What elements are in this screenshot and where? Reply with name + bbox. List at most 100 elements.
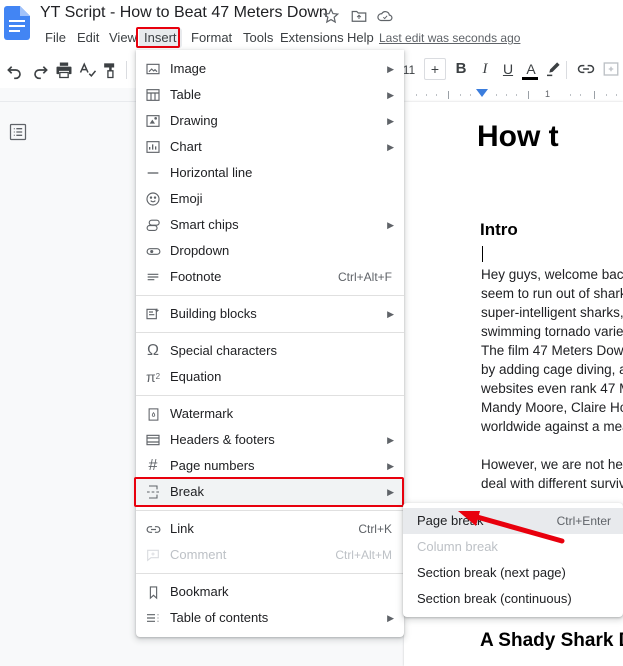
chevron-right-icon: ▶ (386, 479, 404, 505)
document-title[interactable]: YT Script - How to Beat 47 Meters Down (40, 4, 328, 22)
watermark-icon (136, 407, 170, 422)
menu-tools[interactable]: Tools (238, 28, 278, 48)
menu-bar: File Edit View Insert Format Tools Exten… (0, 28, 623, 50)
chevron-right-icon: ▶ (386, 605, 404, 631)
building-blocks-icon (136, 306, 170, 322)
menu-item-page-numbers[interactable]: # Page numbers ▶ (136, 453, 404, 479)
paint-format-icon[interactable] (100, 60, 120, 80)
menu-item-watermark[interactable]: Watermark (136, 401, 404, 427)
menu-item-label: Emoji (170, 186, 386, 212)
submenu-item-shortcut: Ctrl+Enter (557, 508, 623, 534)
menu-format[interactable]: Format (186, 28, 237, 48)
menu-item-label: Headers & footers (170, 427, 386, 453)
italic-button[interactable]: I (474, 58, 496, 80)
submenu-item-section-break-continuous[interactable]: Section break (continuous) (403, 586, 623, 612)
menu-item-label: Link (170, 516, 358, 542)
undo-icon[interactable] (5, 60, 25, 80)
menu-item-special-characters[interactable]: Ω Special characters (136, 338, 404, 364)
menu-item-dropdown[interactable]: Dropdown (136, 238, 404, 264)
submenu-item-column-break: Column break (403, 534, 623, 560)
submenu-item-page-break[interactable]: Page break Ctrl+Enter (403, 508, 623, 534)
underline-button[interactable]: U (497, 58, 519, 80)
bookmark-icon (136, 585, 170, 600)
document-paragraph: Hey guys, welcome back seem to run out o… (481, 265, 623, 341)
break-submenu: Page break Ctrl+Enter Column break Secti… (403, 503, 623, 617)
insert-image-icon[interactable] (602, 58, 623, 80)
menu-file[interactable]: File (40, 28, 71, 48)
menu-item-comment: Comment Ctrl+Alt+M (136, 542, 404, 568)
menu-help[interactable]: Help (342, 28, 379, 48)
move-to-folder-icon[interactable] (350, 7, 368, 25)
menu-item-smart-chips[interactable]: Smart chips ▶ (136, 212, 404, 238)
menu-item-emoji[interactable]: Emoji (136, 186, 404, 212)
menu-item-label: Smart chips (170, 212, 386, 238)
submenu-item-section-break-next-page[interactable]: Section break (next page) (403, 560, 623, 586)
insert-link-icon[interactable] (576, 58, 598, 80)
menu-edit[interactable]: Edit (72, 28, 104, 48)
drawing-icon (136, 113, 170, 129)
footnote-icon (136, 269, 170, 285)
highlight-color-icon[interactable] (544, 58, 566, 80)
menu-item-footnote[interactable]: Footnote Ctrl+Alt+F (136, 264, 404, 290)
link-icon (136, 521, 170, 538)
toolbar-divider (126, 61, 127, 79)
submenu-item-label: Section break (continuous) (417, 586, 623, 612)
menu-item-chart[interactable]: Chart ▶ (136, 134, 404, 160)
insert-dropdown-menu: Image ▶ Table ▶ Drawing ▶ Chart ▶ (136, 50, 404, 637)
document-heading-shady-shark: A Shady Shark D (480, 630, 623, 652)
menu-insert[interactable]: Insert (139, 28, 182, 48)
menu-divider (136, 395, 404, 396)
last-edit-status[interactable]: Last edit was seconds ago (379, 28, 520, 48)
menu-item-building-blocks[interactable]: Building blocks ▶ (136, 301, 404, 327)
menu-item-break[interactable]: Break ▶ (136, 479, 404, 505)
image-icon (136, 61, 170, 77)
smart-chips-icon (136, 217, 170, 234)
menu-item-shortcut: Ctrl+K (358, 516, 404, 542)
menu-extensions[interactable]: Extensions (275, 28, 349, 48)
redo-icon[interactable] (30, 60, 50, 80)
star-icon[interactable] (322, 7, 340, 25)
chevron-right-icon: ▶ (386, 301, 404, 327)
chevron-right-icon: ▶ (386, 453, 404, 479)
menu-item-label: Bookmark (170, 579, 386, 605)
bold-button[interactable]: B (450, 58, 472, 80)
menu-item-link[interactable]: Link Ctrl+K (136, 516, 404, 542)
document-paragraph: However, we are not her deal with differ… (481, 455, 623, 493)
menu-item-label: Comment (170, 542, 335, 568)
menu-item-image[interactable]: Image ▶ (136, 56, 404, 82)
menu-item-label: Dropdown (170, 238, 386, 264)
table-of-contents-icon (136, 610, 170, 626)
menu-item-headers-footers[interactable]: Headers & footers ▶ (136, 427, 404, 453)
menu-item-equation[interactable]: π2 Equation (136, 364, 404, 390)
ruler-number: 1 (545, 89, 550, 99)
chevron-right-icon: ▶ (386, 212, 404, 238)
headers-footers-icon (136, 432, 170, 448)
chevron-right-icon: ▶ (386, 427, 404, 453)
comment-icon (136, 547, 170, 563)
menu-item-label: Table of contents (170, 605, 386, 631)
menu-divider (136, 510, 404, 511)
menu-item-label: Image (170, 56, 386, 82)
menu-item-bookmark[interactable]: Bookmark (136, 579, 404, 605)
menu-item-horizontal-line[interactable]: Horizontal line (136, 160, 404, 186)
cloud-saved-icon[interactable] (376, 7, 394, 25)
submenu-item-label: Column break (417, 534, 623, 560)
menu-item-drawing[interactable]: Drawing ▶ (136, 108, 404, 134)
menu-item-break-wrapper: Break ▶ (136, 479, 404, 505)
increase-font-size-button[interactable]: + (424, 58, 446, 80)
menu-item-table-of-contents[interactable]: Table of contents ▶ (136, 605, 404, 631)
menu-view[interactable]: View (104, 28, 142, 48)
menu-item-label: Drawing (170, 108, 386, 134)
menu-item-shortcut: Ctrl+Alt+F (338, 264, 404, 290)
menu-divider (136, 295, 404, 296)
indent-marker[interactable] (476, 89, 488, 97)
ruler-track[interactable] (404, 88, 623, 102)
menu-item-label: Horizontal line (170, 160, 386, 186)
document-paragraph: The film 47 Meters Down by adding cage d… (481, 341, 623, 436)
menu-item-table[interactable]: Table ▶ (136, 82, 404, 108)
text-cursor (482, 246, 483, 262)
document-outline-icon[interactable] (8, 122, 28, 142)
print-icon[interactable] (54, 60, 74, 80)
spellcheck-icon[interactable] (78, 60, 98, 80)
document-heading-title: How t (477, 120, 559, 154)
